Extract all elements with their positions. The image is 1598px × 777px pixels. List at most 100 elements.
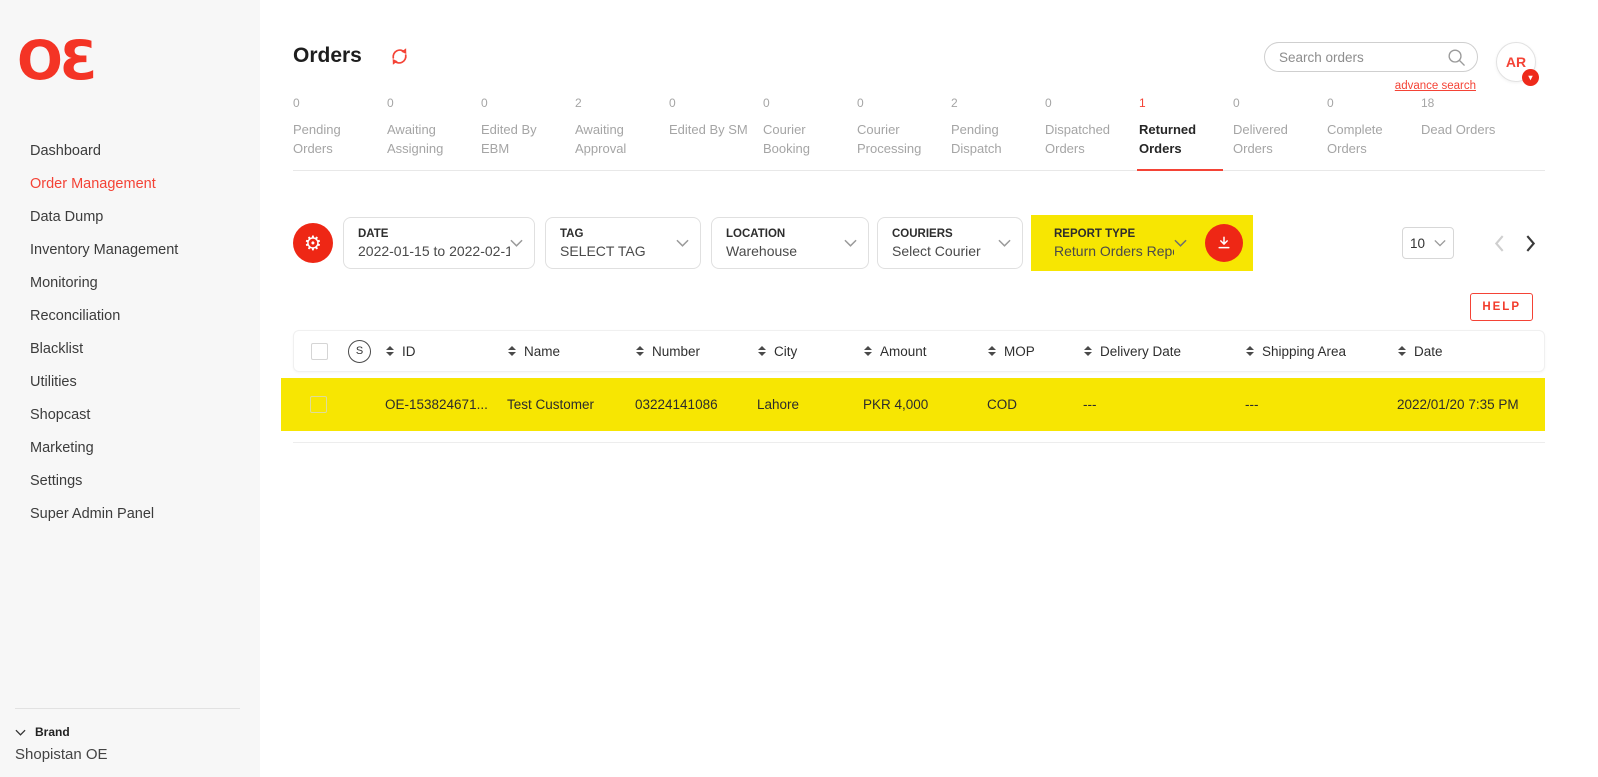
cell-name: Test Customer	[507, 397, 635, 412]
sidebar-item-inventory-management[interactable]: Inventory Management	[30, 233, 260, 266]
sidebar: OƐ Dashboard Order Management Data Dump …	[0, 0, 260, 777]
tab-label: Dead Orders	[1421, 120, 1500, 139]
select-badge[interactable]: S	[348, 340, 371, 363]
tab-count: 0	[763, 94, 842, 113]
sidebar-item-reconciliation[interactable]: Reconciliation	[30, 299, 260, 332]
column-label: Amount	[880, 344, 927, 359]
chevron-down-icon	[1434, 239, 1446, 247]
select-all-checkbox[interactable]	[311, 343, 328, 360]
tag-filter-dropdown[interactable]: TAG SELECT TAG	[545, 217, 701, 269]
tab-label: Returned Orders	[1139, 120, 1218, 158]
tab-count: 2	[575, 94, 654, 113]
tab-edited-by-sm[interactable]: 0Edited By SM	[669, 94, 748, 170]
sidebar-item-settings[interactable]: Settings	[30, 464, 260, 497]
chevron-down-icon	[1174, 239, 1187, 247]
sidebar-item-utilities[interactable]: Utilities	[30, 365, 260, 398]
tab-count: 0	[857, 94, 936, 113]
column-header-id[interactable]: ID	[386, 344, 508, 359]
tab-label: Delivered Orders	[1233, 120, 1312, 158]
next-page-button[interactable]	[1525, 235, 1536, 252]
column-header-mop[interactable]: MOP	[988, 344, 1084, 359]
report-type-highlight: REPORT TYPE Return Orders Report	[1031, 215, 1253, 271]
couriers-filter-dropdown[interactable]: COURIERS Select Courier	[877, 217, 1023, 269]
date-filter-dropdown[interactable]: DATE 2022-01-15 to 2022-02-13	[343, 217, 535, 269]
select-badge-letter: S	[356, 345, 363, 357]
page-size-select[interactable]: 10	[1402, 227, 1454, 259]
refresh-button[interactable]	[388, 45, 411, 68]
cell-id: OE-153824671...	[385, 397, 507, 412]
column-header-city[interactable]: City	[758, 344, 864, 359]
report-type-dropdown[interactable]: REPORT TYPE Return Orders Report	[1039, 217, 1199, 269]
tab-pending-dispatch[interactable]: 2Pending Dispatch	[951, 94, 1030, 170]
order-status-tabs: 0Pending Orders 0Awaiting Assigning 0Edi…	[293, 94, 1545, 171]
tab-count: 2	[951, 94, 1030, 113]
column-header-amount[interactable]: Amount	[864, 344, 988, 359]
column-header-shipping-area[interactable]: Shipping Area	[1246, 344, 1398, 359]
tab-count: 0	[387, 94, 466, 113]
table-row[interactable]: OE-153824671... Test Customer 0322414108…	[281, 378, 1545, 431]
avatar-initials: AR	[1506, 54, 1526, 70]
tab-awaiting-assigning[interactable]: 0Awaiting Assigning	[387, 94, 466, 170]
tab-label: Courier Processing	[857, 120, 936, 158]
chevron-down-icon	[998, 239, 1011, 247]
cell-date: 2022/01/20 7:35 PM	[1397, 397, 1545, 412]
couriers-filter-label: COURIERS	[892, 228, 998, 240]
tab-delivered-orders[interactable]: 0Delivered Orders	[1233, 94, 1312, 170]
column-label: Shipping Area	[1262, 344, 1346, 359]
tab-label: Pending Orders	[293, 120, 372, 158]
column-header-name[interactable]: Name	[508, 344, 636, 359]
column-header-number[interactable]: Number	[636, 344, 758, 359]
settings-gear-button[interactable]: ⚙	[293, 223, 333, 263]
search-icon	[1446, 47, 1467, 68]
date-filter-label: DATE	[358, 228, 510, 240]
avatar-caret-badge[interactable]: ▾	[1522, 69, 1539, 86]
cell-mop: COD	[987, 397, 1083, 412]
chevron-down-icon	[676, 239, 689, 247]
sidebar-item-marketing[interactable]: Marketing	[30, 431, 260, 464]
sidebar-item-monitoring[interactable]: Monitoring	[30, 266, 260, 299]
column-header-date[interactable]: Date	[1398, 344, 1544, 359]
prev-page-button[interactable]	[1494, 235, 1505, 252]
oe-logo: OƐ	[15, 30, 260, 92]
sidebar-item-shopcast[interactable]: Shopcast	[30, 398, 260, 431]
main-content: Orders advance search	[260, 0, 1598, 777]
search-input[interactable]	[1279, 50, 1446, 65]
page-title: Orders	[293, 44, 362, 68]
tab-complete-orders[interactable]: 0Complete Orders	[1327, 94, 1406, 170]
user-avatar[interactable]: AR ▾	[1496, 42, 1536, 82]
tab-courier-processing[interactable]: 0 Courier Processing	[857, 94, 936, 170]
sort-icon	[636, 346, 644, 356]
tab-pending-orders[interactable]: 0Pending Orders	[293, 94, 372, 170]
advance-search-link[interactable]: advance search	[1395, 80, 1476, 92]
cell-number: 03224141086	[635, 397, 757, 412]
sidebar-item-data-dump[interactable]: Data Dump	[30, 200, 260, 233]
tab-label: Dispatched Orders	[1045, 120, 1124, 158]
column-header-delivery-date[interactable]: Delivery Date	[1084, 344, 1246, 359]
column-label: Date	[1414, 344, 1443, 359]
tab-courier-booking[interactable]: 0Courier Booking	[763, 94, 842, 170]
column-label: Name	[524, 344, 560, 359]
sidebar-item-blacklist[interactable]: Blacklist	[30, 332, 260, 365]
download-report-button[interactable]	[1205, 224, 1243, 262]
tab-dispatched-orders[interactable]: 0Dispatched Orders	[1045, 94, 1124, 170]
brand-selector[interactable]: Brand Shopistan OE	[15, 708, 240, 763]
sidebar-item-dashboard[interactable]: Dashboard	[30, 134, 260, 167]
sidebar-item-super-admin-panel[interactable]: Super Admin Panel	[30, 497, 260, 530]
brand-name: Shopistan OE	[15, 746, 240, 763]
tab-edited-by-ebm[interactable]: 0Edited By EBM	[481, 94, 560, 170]
tab-awaiting-approval[interactable]: 2Awaiting Approval	[575, 94, 654, 170]
sidebar-item-order-management[interactable]: Order Management	[30, 167, 260, 200]
tab-count: 18	[1421, 94, 1500, 113]
sort-icon	[758, 346, 766, 356]
tab-returned-orders[interactable]: 1Returned Orders	[1139, 94, 1218, 170]
couriers-filter-value: Select Courier	[892, 243, 998, 259]
tab-dead-orders[interactable]: 18 Dead Orders	[1421, 94, 1500, 170]
column-label: City	[774, 344, 797, 359]
caret-down-icon: ▾	[1528, 74, 1532, 82]
row-checkbox[interactable]	[310, 396, 327, 413]
location-filter-dropdown[interactable]: LOCATION Warehouse	[711, 217, 869, 269]
sort-icon	[1398, 346, 1406, 356]
search-box[interactable]	[1264, 42, 1478, 72]
cell-shipping-area: ---	[1245, 397, 1397, 412]
help-button[interactable]: HELP	[1470, 293, 1533, 321]
